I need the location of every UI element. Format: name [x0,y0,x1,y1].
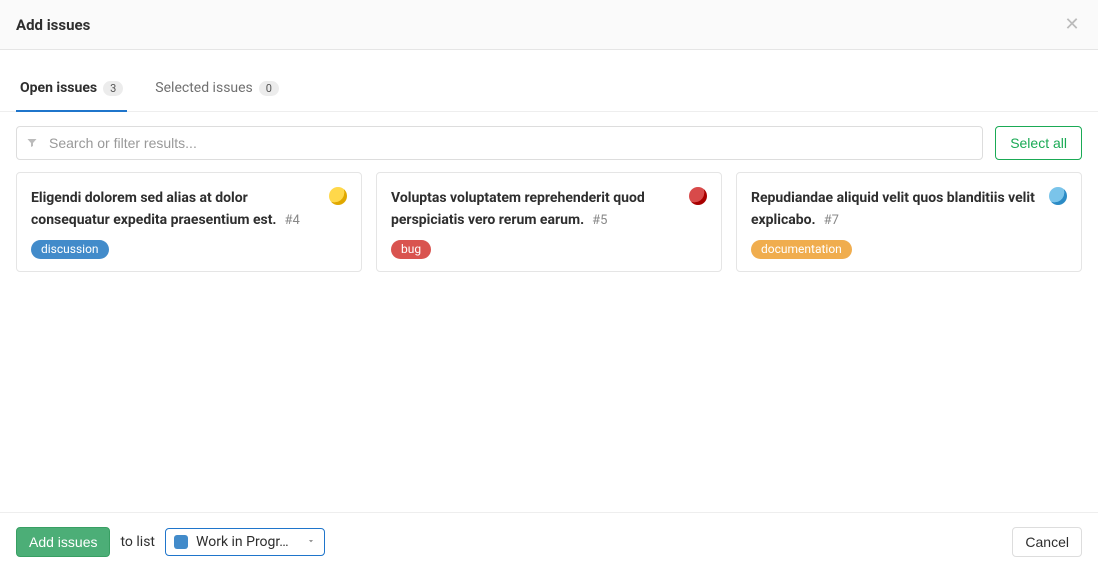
label-pill: discussion [31,240,109,259]
search-wrap [16,126,983,160]
tabs: Open issues 3 Selected issues 0 [0,70,1098,112]
search-input[interactable] [16,126,983,160]
footer-left: Add issues to list Work in Progr… [16,527,325,557]
list-color-swatch [174,535,188,549]
issue-card[interactable]: Eligendi dolorem sed alias at dolor cons… [16,172,362,272]
tab-open-count: 3 [103,81,123,96]
label-pill: bug [391,240,431,259]
list-select-label: Work in Progr… [196,534,298,550]
issue-card[interactable]: Voluptas voluptatem reprehenderit quod p… [376,172,722,272]
select-all-button[interactable]: Select all [995,126,1082,160]
list-select-dropdown[interactable]: Work in Progr… [165,528,325,556]
issue-title: Eligendi dolorem sed alias at dolor cons… [31,190,277,228]
close-icon[interactable]: ✕ [1062,14,1082,35]
to-list-text: to list [120,534,155,550]
modal-footer: Add issues to list Work in Progr… Cancel [0,512,1098,571]
issue-cards-row: Eligendi dolorem sed alias at dolor cons… [16,172,1082,272]
issue-title-block: Repudiandae aliquid velit quos blanditii… [751,187,1041,230]
issue-labels: documentation [751,240,1067,259]
avatar-icon [1049,187,1067,205]
issue-list-scroll[interactable]: Eligendi dolorem sed alias at dolor cons… [0,172,1098,512]
modal-header: Add issues ✕ [0,0,1098,50]
issue-title: Repudiandae aliquid velit quos blanditii… [751,190,1035,228]
issue-labels: bug [391,240,707,259]
tab-open-label: Open issues [20,80,97,96]
issue-ref: #7 [824,213,839,228]
tab-selected-count: 0 [259,81,279,96]
tab-selected-label: Selected issues [155,80,253,96]
issue-title-block: Eligendi dolorem sed alias at dolor cons… [31,187,321,230]
filter-icon [26,134,38,153]
avatar-icon [329,187,347,205]
chevron-down-icon [306,534,316,550]
tab-selected-issues[interactable]: Selected issues 0 [151,70,283,112]
avatar-icon [689,187,707,205]
issue-ref: #5 [592,213,607,228]
issue-ref: #4 [284,213,299,228]
label-pill: documentation [751,240,852,259]
modal-title: Add issues [16,16,90,34]
cancel-button[interactable]: Cancel [1012,527,1082,557]
issue-title-block: Voluptas voluptatem reprehenderit quod p… [391,187,681,230]
toolbar: Select all [0,112,1098,172]
issue-labels: discussion [31,240,347,259]
add-issues-button[interactable]: Add issues [16,527,110,557]
issue-card[interactable]: Repudiandae aliquid velit quos blanditii… [736,172,1082,272]
tab-open-issues[interactable]: Open issues 3 [16,70,127,112]
